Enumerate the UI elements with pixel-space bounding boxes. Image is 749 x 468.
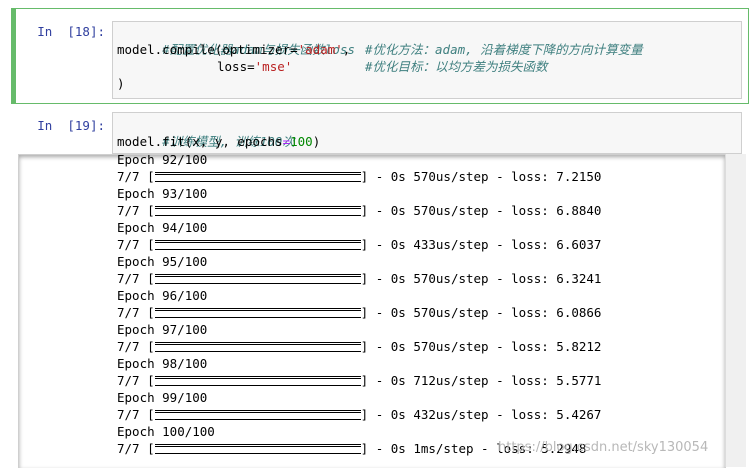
step-stats: ] - 0s 712us/step - loss: 5.5771 [360, 373, 602, 388]
progress-line: 7/7 [ ] - 0s 433us/step - loss: 6.6037 [117, 236, 601, 253]
code-line-1: #训练模型, 训练100次 [117, 116, 295, 149]
progress-bar [154, 443, 361, 454]
step-stats: ] - 0s 570us/step - loss: 6.0866 [360, 305, 602, 320]
epoch-label: Epoch 95/100 [117, 254, 208, 269]
epoch-label: Epoch 96/100 [117, 288, 208, 303]
code-text: ) [117, 76, 125, 91]
step-stats: ] - 0s 432us/step - loss: 5.4267 [360, 407, 602, 422]
code-editor[interactable]: #配置优化器adam与损失函数loss model.compile(optimi… [112, 21, 742, 99]
step-stats: ] - 0s 570us/step - loss: 5.8212 [360, 339, 602, 354]
code-string: 'mse' [254, 59, 293, 74]
progress-bar [154, 171, 361, 182]
step-stats: ] - 0s 433us/step - loss: 6.6037 [360, 237, 602, 252]
progress-line: 7/7 [ ] - 0s 570us/step - loss: 6.3241 [117, 270, 601, 287]
input-prompt: In [19]: [37, 118, 105, 133]
progress-bar [154, 375, 361, 386]
step-stats: ] - 0s 570us/step - loss: 7.2150 [360, 169, 602, 184]
progress-line: 7/7 [ ] - 0s 570us/step - loss: 6.0866 [117, 304, 601, 321]
step-count: 7/7 [ [117, 373, 155, 388]
code-cell-19[interactable]: In [19]: #训练模型, 训练100次 model.fit(x, y, e… [0, 112, 749, 468]
code-comment: #优化目标：以均方差为损失函数 [365, 59, 548, 74]
progress-line: 7/7 [ ] - 0s 570us/step - loss: 5.8212 [117, 338, 601, 355]
code-string: 'adam' [297, 42, 343, 57]
code-editor[interactable]: #训练模型, 训练100次 model.fit(x, y, epochs=100… [112, 112, 742, 154]
code-line-4: ) [117, 75, 125, 92]
step-stats: ] - 0s 570us/step - loss: 6.8840 [360, 203, 602, 218]
code-text: , [342, 42, 351, 57]
code-text: model.compile(optimizer= [117, 42, 298, 57]
code-comment: #优化方法：adam, 沿着梯度下降的方向计算变量 [365, 42, 643, 57]
code-text: loss= [217, 59, 255, 74]
code-line-2: model.fit(x, y, epochs=100) [117, 133, 320, 150]
code-text: ) [312, 134, 321, 149]
step-count: 7/7 [ [117, 237, 155, 252]
progress-bar [154, 307, 361, 318]
progress-line: 7/7 [ ] - 0s 570us/step - loss: 7.2150 [117, 168, 601, 185]
step-count: 7/7 [ [117, 339, 155, 354]
step-count: 7/7 [ [117, 407, 155, 422]
output-scrollbar[interactable] [725, 154, 746, 467]
code-cell-18[interactable]: In [18]: #配置优化器adam与损失函数loss model.compi… [0, 8, 749, 104]
epoch-label: Epoch 92/100 [117, 154, 208, 167]
step-count: 7/7 [ [117, 305, 155, 320]
progress-bar [154, 341, 361, 352]
code-number: 100 [290, 134, 313, 149]
code-operator: = [282, 134, 291, 149]
progress-line: 7/7 [ ] - 0s 712us/step - loss: 5.5771 [117, 372, 601, 389]
input-prompt: In [18]: [37, 24, 105, 39]
step-count: 7/7 [ [117, 441, 155, 456]
code-line-3: loss='mse' #优化目标：以均方差为损失函数 [217, 58, 548, 75]
progress-bar [154, 239, 361, 250]
progress-bar [154, 205, 361, 216]
code-line-1: #配置优化器adam与损失函数loss [117, 24, 355, 57]
epoch-label: Epoch 98/100 [117, 356, 208, 371]
epoch-label: Epoch 99/100 [117, 390, 208, 405]
step-count: 7/7 [ [117, 271, 155, 286]
step-stats: ] - 0s 570us/step - loss: 6.3241 [360, 271, 602, 286]
watermark: https://blog.csdn.net/sky130054 [498, 440, 709, 455]
epoch-label: Epoch 94/100 [117, 220, 208, 235]
progress-bar [154, 409, 361, 420]
epoch-label: Epoch 100/100 [117, 424, 215, 439]
step-count: 7/7 [ [117, 169, 155, 184]
output-area[interactable]: Epoch 92/100 7/7 [ ] - 0s 570us/step - los… [18, 154, 726, 468]
progress-line: 7/7 [ ] - 0s 432us/step - loss: 5.4267 [117, 406, 601, 423]
code-text: model.fit(x, y, epochs [117, 134, 283, 149]
step-count: 7/7 [ [117, 203, 155, 218]
progress-bar [154, 273, 361, 284]
epoch-label: Epoch 97/100 [117, 322, 208, 337]
code-line-2: model.compile(optimizer='adam', #优化方法：ada… [117, 41, 643, 58]
progress-line: 7/7 [ ] - 0s 570us/step - loss: 6.8840 [117, 202, 601, 219]
epoch-label: Epoch 93/100 [117, 186, 208, 201]
